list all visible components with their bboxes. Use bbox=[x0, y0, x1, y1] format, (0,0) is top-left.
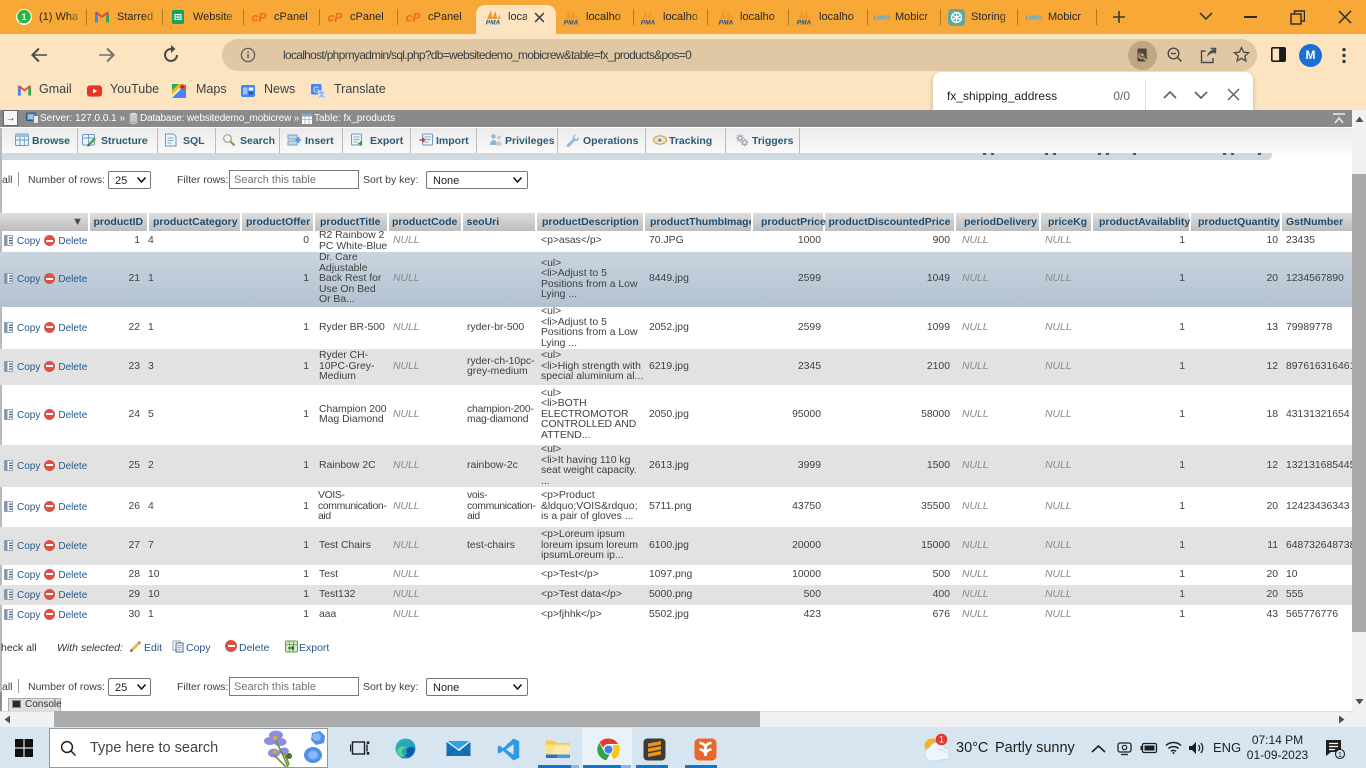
svg-text:PMA: PMA bbox=[719, 20, 734, 26]
svg-text:LOGO: LOGO bbox=[1026, 16, 1043, 22]
svg-text:1: 1 bbox=[21, 12, 26, 22]
svg-text:PMA: PMA bbox=[564, 20, 579, 26]
svg-text:cP: cP bbox=[406, 11, 421, 25]
svg-text:PMA: PMA bbox=[641, 20, 656, 26]
svg-text:LOGO: LOGO bbox=[874, 16, 891, 22]
svg-text:1: 1 bbox=[939, 735, 944, 745]
svg-text:cP: cP bbox=[252, 11, 267, 25]
svg-text:PMA: PMA bbox=[797, 20, 812, 26]
svg-text:文: 文 bbox=[318, 90, 325, 99]
svg-text:PMA: PMA bbox=[486, 20, 501, 26]
svg-text:1: 1 bbox=[1338, 750, 1342, 759]
svg-text:cP: cP bbox=[328, 11, 343, 25]
